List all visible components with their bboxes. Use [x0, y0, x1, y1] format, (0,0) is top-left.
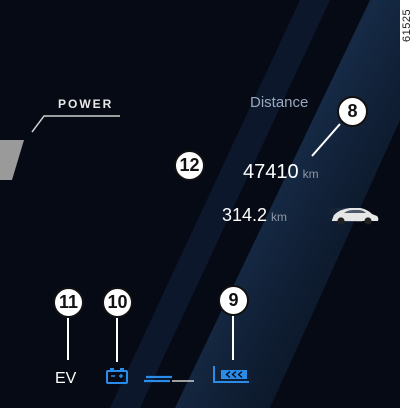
drive-mode-label: EV [55, 370, 77, 387]
figure-reference-code: 61525 [401, 8, 413, 42]
callout-12: 12 [174, 150, 205, 181]
power-gauge [0, 115, 120, 180]
odometer-value: 47410 [243, 161, 299, 183]
distance-title: Distance [250, 94, 309, 111]
regen-braking-icon [213, 366, 249, 383]
trip-unit: km [271, 210, 288, 224]
trip-value: 314.2 [222, 205, 268, 225]
callout-9: 9 [218, 285, 249, 316]
trip-readout: 314.2 km [222, 205, 287, 226]
figure-margin [400, 0, 420, 408]
charge-level-bar [144, 375, 194, 383]
odometer-readout: 47410 km [243, 161, 319, 184]
callout-8: 8 [337, 96, 368, 127]
dashboard-screen: POWER Distance 47410 km 314.2 km 8 12 11 1… [0, 0, 400, 408]
battery-icon [106, 368, 128, 384]
odometer-unit: km [302, 167, 319, 181]
car-icon [322, 208, 379, 225]
callout-10: 10 [102, 287, 133, 318]
callout-11: 11 [53, 287, 84, 318]
power-label: POWER [58, 97, 114, 111]
